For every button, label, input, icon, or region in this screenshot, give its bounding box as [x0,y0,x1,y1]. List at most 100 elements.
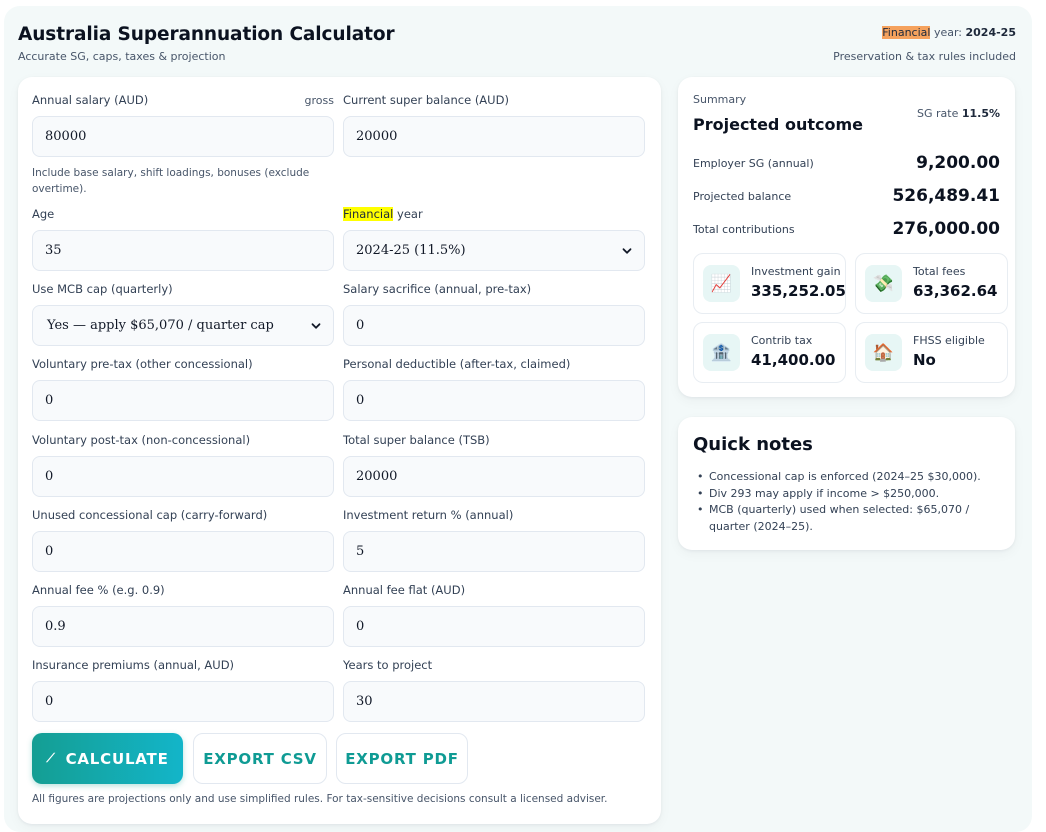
tile-label: Contrib tax [751,334,813,347]
salary-sacrifice-field: Salary sacrifice (annual, pre-tax) 0 [343,282,645,346]
voluntary-pretax-field: Voluntary pre-tax (other concessional) 0 [32,357,334,421]
financial-label-rest: year [393,207,423,221]
summary-title: Projected outcome [693,115,863,134]
calculator-form: Annual salary (AUD) gross 80000 Include b… [18,77,661,824]
tile-value: 63,362.64 [913,282,998,300]
unused-cap-input[interactable]: 0 [32,531,334,572]
summary-card: Summary Projected outcome SG rate 11.5% … [678,77,1015,397]
annual-fee-flat-label: Annual fee flat (AUD) [343,583,466,597]
financial-year-selected: 2024-25 (11.5%) [356,243,466,258]
salary-gross-suffix: gross [304,94,334,107]
annual-fee-flat-input[interactable]: 0 [343,606,645,647]
annual-fee-pct-input[interactable]: 0.9 [32,606,334,647]
voluntary-pretax-input[interactable]: 0 [32,380,334,421]
current-balance-input[interactable]: 20000 [343,116,645,157]
summary-row-label: Total contributions [693,222,795,236]
financial-year-field-label: Financial year [343,207,645,222]
total-super-balance-field: Total super balance (TSB) 20000 [343,433,645,497]
app-shell: Australia Superannuation Calculator Accu… [4,6,1032,832]
unused-cap-field: Unused concessional cap (carry-forward) … [32,508,334,572]
list-item: Div 293 may apply if income > $250,000. [695,486,995,503]
annual-fee-flat-field: Annual fee flat (AUD) 0 [343,583,645,647]
insurance-input[interactable]: 0 [32,681,334,722]
list-item: Concessional cap is enforced (2024–25 $3… [695,469,995,486]
summary-row-total-contributions: Total contributions 276,000.00 [693,217,1000,241]
tile-value: 41,400.00 [751,351,836,369]
summary-row-value: 276,000.00 [892,219,1000,239]
salary-field: Annual salary (AUD) gross 80000 Include b… [32,93,334,197]
unused-cap-label: Unused concessional cap (carry-forward) [32,508,268,522]
financial-year-field: Financial year 2024-25 (11.5%) [343,207,645,271]
list-item: MCB (quarterly) used when selected: $65,… [695,502,995,535]
financial-year-value: 2024-25 [965,26,1017,39]
financial-highlight: Financial [882,26,931,39]
sg-rate-value: 11.5% [961,107,1000,120]
current-balance-field: Current super balance (AUD) 20000 [343,93,645,157]
personal-deductible-label: Personal deductible (after-tax, claimed) [343,357,571,371]
house-icon: 🏠 [865,334,902,371]
personal-deductible-input[interactable]: 0 [343,380,645,421]
summary-row-value: 9,200.00 [916,153,1000,173]
quick-notes-title: Quick notes [693,434,813,455]
wand-icon: ⟋ [46,751,56,765]
sg-rate-label: SG rate [916,107,962,120]
page-subtitle: Accurate SG, caps, taxes & projection [18,50,226,63]
annual-fee-pct-label: Annual fee % (e.g. 0.9) [32,583,165,597]
voluntary-posttax-field: Voluntary post-tax (non-concessional) 0 [32,433,334,497]
investment-return-input[interactable]: 5 [343,531,645,572]
sg-rate: SG rate 11.5% [917,107,1000,120]
mcb-cap-field: Use MCB cap (quarterly) Yes — apply $65,… [32,282,334,346]
summary-row-label: Projected balance [693,189,792,203]
investment-return-field: Investment return % (annual) 5 [343,508,645,572]
export-pdf-button[interactable]: EXPORT PDF [336,733,468,784]
disclaimer-text: All figures are projections only and use… [32,793,608,805]
salary-sacrifice-input[interactable]: 0 [343,305,645,346]
mcb-cap-label: Use MCB cap (quarterly) [32,282,173,296]
summary-eyebrow: Summary [693,93,747,106]
insurance-field: Insurance premiums (annual, AUD) 0 [32,658,334,722]
years-field: Years to project 30 [343,658,645,722]
salary-label: Annual salary (AUD) [32,93,149,107]
financial-year-label: year: [930,26,966,39]
tile-contrib-tax: 🏦 Contrib tax 41,400.00 [693,322,846,383]
mcb-cap-select[interactable]: Yes — apply $65,070 / quarter cap [32,305,334,346]
tile-fhss-eligible: 🏠 FHSS eligible No [855,322,1008,383]
financial-year-select[interactable]: 2024-25 (11.5%) [343,230,645,271]
calculate-button[interactable]: ⟋ CALCULATE [32,733,183,784]
summary-row-value: 526,489.41 [892,186,1000,206]
salary-input[interactable]: 80000 [32,116,334,157]
chevron-down-icon [311,322,321,329]
quick-notes-card: Quick notes Concessional cap is enforced… [678,417,1015,550]
export-csv-button[interactable]: EXPORT CSV [193,733,327,784]
age-label: Age [32,207,55,221]
age-input[interactable]: 35 [32,230,334,271]
rules-note: Preservation & tax rules included [833,50,1016,63]
tile-label: Total fees [913,265,966,278]
insurance-label: Insurance premiums (annual, AUD) [32,658,235,672]
personal-deductible-field: Personal deductible (after-tax, claimed)… [343,357,645,421]
total-super-balance-label: Total super balance (TSB) [343,433,490,447]
mcb-cap-selected: Yes — apply $65,070 / quarter cap [47,318,274,333]
summary-row-label: Employer SG (annual) [693,156,814,170]
financial-label-highlight: Financial [343,207,394,221]
salary-sacrifice-label: Salary sacrifice (annual, pre-tax) [343,282,532,296]
years-label: Years to project [343,658,433,672]
quick-notes-list: Concessional cap is enforced (2024–25 $3… [695,469,995,535]
page-title: Australia Superannuation Calculator [18,24,395,45]
chevron-down-icon [622,247,632,254]
investment-return-label: Investment return % (annual) [343,508,514,522]
tile-value: No [913,351,936,369]
tile-total-fees: 💸 Total fees 63,362.64 [855,253,1008,314]
bank-icon: 🏦 [703,334,740,371]
calculate-button-label: CALCULATE [65,749,169,768]
age-field: Age 35 [32,207,334,271]
years-input[interactable]: 30 [343,681,645,722]
voluntary-posttax-label: Voluntary post-tax (non-concessional) [32,433,251,447]
salary-help-text: Include base salary, shift loadings, bon… [32,167,310,195]
annual-fee-pct-field: Annual fee % (e.g. 0.9) 0.9 [32,583,334,647]
total-super-balance-input[interactable]: 20000 [343,456,645,497]
tile-value: 335,252.05 [751,282,846,300]
current-balance-label: Current super balance (AUD) [343,93,509,107]
money-with-wings-icon: 💸 [865,265,902,302]
voluntary-posttax-input[interactable]: 0 [32,456,334,497]
